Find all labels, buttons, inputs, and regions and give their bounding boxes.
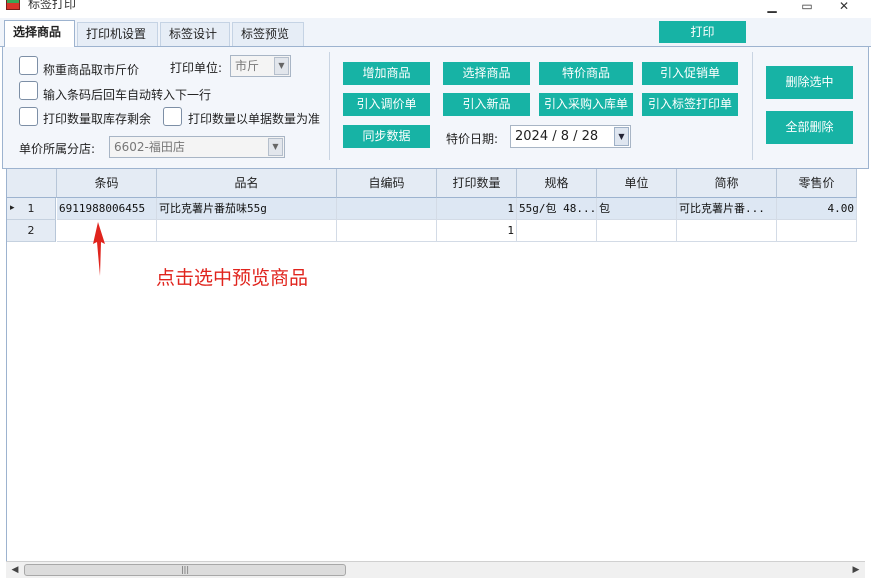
chevron-down-icon: ▼: [614, 127, 629, 146]
row-header[interactable]: 2: [7, 220, 56, 242]
delete-selected-button[interactable]: 删除选中: [766, 66, 853, 99]
annotation-arrow-icon: [93, 222, 105, 276]
tab-select-goods[interactable]: 选择商品: [4, 20, 75, 47]
column-header-barcode[interactable]: 条码: [57, 169, 157, 198]
column-header-qty[interactable]: 打印数量: [437, 169, 517, 198]
scroll-right-icon[interactable]: ▶: [849, 563, 863, 577]
row-index: 1: [27, 202, 35, 215]
cell-qty[interactable]: 1: [437, 198, 517, 220]
special-date-picker[interactable]: 2024 / 8 / 28 ▼: [510, 125, 631, 148]
sync-data-button[interactable]: 同步数据: [343, 125, 430, 148]
tab-label-preview[interactable]: 标签预览: [232, 22, 304, 46]
corner-header: [7, 169, 57, 198]
cell-name[interactable]: [157, 220, 337, 242]
cell-short-name[interactable]: [677, 220, 777, 242]
special-date-value: 2024 / 8 / 28: [515, 129, 599, 144]
add-goods-button[interactable]: 增加商品: [343, 62, 430, 85]
special-date-label: 特价日期:: [446, 132, 499, 146]
branch-value: 6602-福田店: [114, 140, 185, 154]
app-icon: [6, 0, 20, 10]
column-header-spec[interactable]: 规格: [517, 169, 597, 198]
current-row-marker-icon: ▸: [10, 203, 15, 213]
print-unit-value: 市斤: [235, 59, 260, 73]
import-price-adjust-button[interactable]: 引入调价单: [343, 93, 430, 116]
cell-self-code[interactable]: [337, 198, 437, 220]
window-title: 标签打印: [28, 0, 77, 11]
tab-printer-settings[interactable]: 打印机设置: [77, 22, 158, 46]
horizontal-scrollbar[interactable]: ◀ ||| ▶: [6, 561, 865, 578]
weigh-price-label: 称重商品取市斤价: [43, 63, 140, 77]
select-goods-button[interactable]: 选择商品: [443, 62, 530, 85]
qty-from-doc-label: 打印数量以单据数量为准: [188, 112, 321, 126]
branch-label: 单价所属分店:: [19, 142, 96, 156]
row-index: 2: [27, 224, 35, 237]
cell-short-name[interactable]: 可比克薯片番...: [677, 198, 777, 220]
column-header-price[interactable]: 零售价: [777, 169, 857, 198]
divider: [752, 52, 753, 160]
close-button[interactable]: ✕: [831, 0, 857, 15]
cell-spec[interactable]: 55g/包 48...: [517, 198, 597, 220]
auto-next-row-label: 输入条码后回车自动转入下一行: [43, 88, 212, 102]
cell-name[interactable]: 可比克薯片番茄味55g: [157, 198, 337, 220]
row-header[interactable]: ▸ 1: [7, 198, 56, 220]
title-bar: 标签打印 ▁ ▭ ✕: [0, 0, 871, 18]
delete-all-button[interactable]: 全部删除: [766, 111, 853, 144]
column-header-short-name[interactable]: 简称: [677, 169, 777, 198]
cell-barcode[interactable]: 6911988006455: [57, 198, 157, 220]
weigh-price-checkbox[interactable]: [19, 56, 38, 75]
minimize-button[interactable]: ▁: [759, 0, 785, 15]
maximize-button[interactable]: ▭: [794, 0, 820, 15]
cell-spec[interactable]: [517, 220, 597, 242]
scrollbar-thumb[interactable]: |||: [24, 564, 346, 576]
cell-self-code[interactable]: [337, 220, 437, 242]
tab-label-design[interactable]: 标签设计: [160, 22, 230, 46]
branch-select[interactable]: 6602-福田店 ▼: [109, 136, 285, 158]
goods-table: 条码 品名 自编码 打印数量 规格 单位 简称 零售价 ▸ 1 69119880…: [6, 169, 865, 561]
cell-unit[interactable]: 包: [597, 198, 677, 220]
cell-price[interactable]: [777, 220, 857, 242]
qty-from-stock-checkbox[interactable]: [19, 107, 38, 126]
import-new-button[interactable]: 引入新品: [443, 93, 530, 116]
chevron-down-icon: ▼: [268, 138, 283, 156]
qty-from-stock-label: 打印数量取库存剩余: [43, 112, 152, 126]
print-unit-select[interactable]: 市斤 ▼: [230, 55, 291, 77]
column-header-self-code[interactable]: 自编码: [337, 169, 437, 198]
import-promo-button[interactable]: 引入促销单: [642, 62, 738, 85]
import-label-print-button[interactable]: 引入标签打印单: [642, 93, 738, 116]
scroll-left-icon[interactable]: ◀: [8, 563, 22, 577]
chevron-down-icon: ▼: [274, 57, 289, 75]
divider: [329, 52, 330, 160]
qty-from-doc-checkbox[interactable]: [163, 107, 182, 126]
import-purchase-button[interactable]: 引入采购入库单: [539, 93, 633, 116]
grip-icon: |||: [180, 565, 190, 574]
special-goods-button[interactable]: 特价商品: [539, 62, 633, 85]
column-header-unit[interactable]: 单位: [597, 169, 677, 198]
annotation-text: 点击选中预览商品: [156, 267, 309, 289]
print-button[interactable]: 打印: [659, 21, 746, 43]
column-header-name[interactable]: 品名: [157, 169, 337, 198]
cell-price[interactable]: 4.00: [777, 198, 857, 220]
cell-unit[interactable]: [597, 220, 677, 242]
cell-qty[interactable]: 1: [437, 220, 517, 242]
print-unit-label: 打印单位:: [170, 61, 223, 75]
auto-next-row-checkbox[interactable]: [19, 81, 38, 100]
